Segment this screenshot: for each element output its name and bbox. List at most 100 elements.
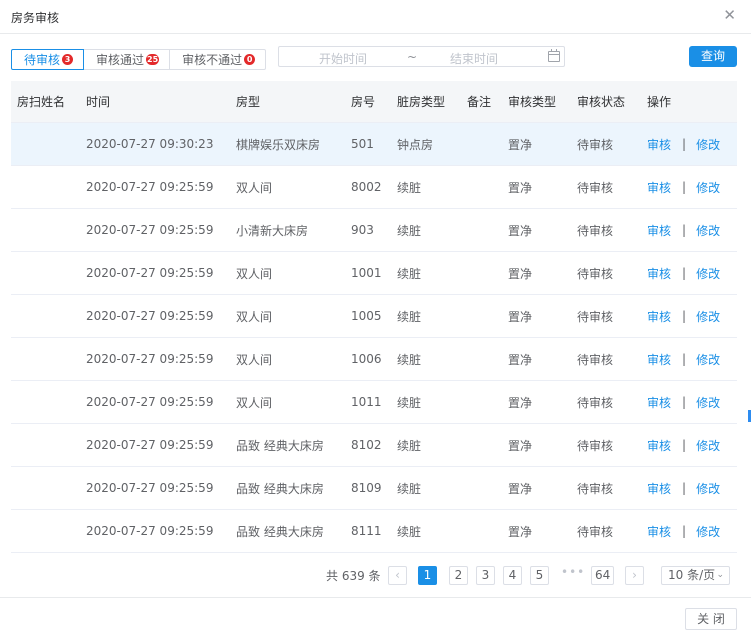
start-date-input[interactable]: 开始时间: [319, 50, 367, 67]
dirty-type-cell: 续脏: [397, 352, 422, 367]
page-size-value: 10 条/页: [668, 568, 716, 582]
prev-page-button[interactable]: ‹: [388, 566, 407, 585]
action-separator: |: [682, 180, 687, 194]
tab-rejected-label: 审核不通过: [182, 53, 243, 67]
tab-rejected-count-badge: 0: [244, 54, 256, 65]
audit-status-cell: 待审核: [577, 395, 614, 410]
action-separator: |: [682, 524, 687, 538]
table-row[interactable]: 2020-07-27 09:25:59 双人间 1005 续脏 置净 待审核 审核 | 修改: [11, 295, 737, 338]
page-button-3[interactable]: 3: [476, 566, 495, 585]
table-row[interactable]: 2020-07-27 09:30:23 棋牌娱乐双床房 501 钟点房 置净 待审核 审核 |…: [11, 123, 737, 166]
tab-rejected[interactable]: 审核不通过 0: [170, 49, 267, 70]
action-separator: |: [682, 481, 687, 495]
page-ellipsis[interactable]: •••: [561, 565, 585, 579]
action-separator: |: [682, 266, 687, 280]
tab-pending[interactable]: 待审核 3: [11, 49, 85, 70]
audit-link[interactable]: 审核: [647, 265, 671, 282]
dirty-type-cell: 续脏: [397, 309, 422, 324]
page-size-select[interactable]: 10 条/页 ⌄: [661, 566, 730, 585]
table-row[interactable]: 2020-07-27 09:25:59 小清新大床房 903 续脏 置净 待审核 审核 | 修改: [11, 209, 737, 252]
edit-link[interactable]: 修改: [696, 437, 720, 454]
room-type-cell: 品致 经典大床房: [236, 481, 324, 496]
audit-status-cell: 待审核: [577, 180, 614, 195]
dirty-type-cell: 续脏: [397, 180, 422, 195]
audit-link[interactable]: 审核: [647, 351, 671, 368]
column-header-cleaner-name: 房扫姓名: [17, 95, 66, 109]
edit-link[interactable]: 修改: [696, 136, 720, 153]
query-button[interactable]: 查询: [689, 46, 737, 67]
actions-cell: 审核 | 修改: [647, 166, 720, 208]
audit-link[interactable]: 审核: [647, 523, 671, 540]
dirty-type-cell: 续脏: [397, 438, 422, 453]
page-button-5[interactable]: 5: [530, 566, 549, 585]
dirty-type-cell: 续脏: [397, 395, 422, 410]
dirty-type-cell: 钟点房: [397, 137, 434, 152]
close-button[interactable]: 关 闭: [685, 608, 737, 630]
action-separator: |: [682, 309, 687, 323]
audit-link[interactable]: 审核: [647, 394, 671, 411]
room-type-cell: 品致 经典大床房: [236, 524, 324, 539]
audit-link[interactable]: 审核: [647, 136, 671, 153]
tab-approved[interactable]: 审核通过 25: [84, 49, 171, 70]
chevron-down-icon: ⌄: [716, 570, 724, 580]
table-row[interactable]: 2020-07-27 09:25:59 品致 经典大床房 8109 续脏 置净 待审核 审核…: [11, 467, 737, 510]
audit-link[interactable]: 审核: [647, 222, 671, 239]
page-button-2[interactable]: 2: [449, 566, 468, 585]
room-number-cell: 501: [351, 137, 374, 151]
room-number-cell: 8109: [351, 481, 382, 495]
date-range-picker[interactable]: 开始时间 ~ 结束时间: [278, 46, 565, 67]
table-row[interactable]: 2020-07-27 09:25:59 双人间 8002 续脏 置净 待审核 审核 | 修改: [11, 166, 737, 209]
page-button-last[interactable]: 64: [591, 566, 615, 585]
column-header-room-number: 房号: [351, 95, 376, 109]
audit-link[interactable]: 审核: [647, 179, 671, 196]
edit-link[interactable]: 修改: [696, 480, 720, 497]
audit-type-cell: 置净: [508, 481, 533, 496]
action-separator: |: [682, 352, 687, 366]
edit-link[interactable]: 修改: [696, 523, 720, 540]
audit-status-cell: 待审核: [577, 524, 614, 539]
table-row[interactable]: 2020-07-27 09:25:59 品致 经典大床房 8111 续脏 置净 待审核 审核…: [11, 510, 737, 553]
audit-link[interactable]: 审核: [647, 480, 671, 497]
dirty-type-cell: 续脏: [397, 481, 422, 496]
table-row[interactable]: 2020-07-27 09:25:59 品致 经典大床房 8102 续脏 置净 待审核 审核…: [11, 424, 737, 467]
room-type-cell: 小清新大床房: [236, 223, 309, 238]
edit-link[interactable]: 修改: [696, 308, 720, 325]
audit-type-cell: 置净: [508, 266, 533, 281]
column-header-actions: 操作: [647, 95, 672, 109]
actions-cell: 审核 | 修改: [647, 295, 720, 337]
audit-type-cell: 置净: [508, 395, 533, 410]
dialog-footer: 关 闭: [0, 597, 751, 638]
room-number-cell: 8111: [351, 524, 382, 538]
column-header-time: 时间: [86, 95, 111, 109]
audit-link[interactable]: 审核: [647, 308, 671, 325]
edit-link[interactable]: 修改: [696, 351, 720, 368]
action-separator: |: [682, 395, 687, 409]
time-cell: 2020-07-27 09:25:59: [86, 438, 214, 452]
page-button-1[interactable]: 1: [418, 566, 437, 585]
room-number-cell: 1005: [351, 309, 382, 323]
table-row[interactable]: 2020-07-27 09:25:59 双人间 1011 续脏 置净 待审核 审核 | 修改: [11, 381, 737, 424]
close-icon[interactable]: ✕: [723, 7, 736, 23]
edit-link[interactable]: 修改: [696, 394, 720, 411]
table-row[interactable]: 2020-07-27 09:25:59 双人间 1001 续脏 置净 待审核 审核 | 修改: [11, 252, 737, 295]
edit-link[interactable]: 修改: [696, 265, 720, 282]
table-body: 2020-07-27 09:30:23 棋牌娱乐双床房 501 钟点房 置净 待审核 审核 |…: [11, 123, 737, 553]
time-cell: 2020-07-27 09:25:59: [86, 180, 214, 194]
column-header-audit-status: 审核状态: [577, 95, 626, 109]
pagination: 共 639 条 ‹ 1 2 3 4 5 ••• 64 › 10 条/页 ⌄: [0, 562, 751, 588]
table-row[interactable]: 2020-07-27 09:25:59 双人间 1006 续脏 置净 待审核 审核 | 修改: [11, 338, 737, 381]
actions-cell: 审核 | 修改: [647, 252, 720, 294]
edit-link[interactable]: 修改: [696, 222, 720, 239]
date-range-separator: ~: [407, 50, 418, 64]
room-type-cell: 双人间: [236, 180, 273, 195]
calendar-icon[interactable]: [548, 49, 560, 62]
audit-type-cell: 置净: [508, 309, 533, 324]
room-type-cell: 双人间: [236, 395, 273, 410]
dirty-type-cell: 续脏: [397, 266, 422, 281]
room-type-cell: 棋牌娱乐双床房: [236, 137, 321, 152]
edit-link[interactable]: 修改: [696, 179, 720, 196]
end-date-input[interactable]: 结束时间: [450, 50, 498, 67]
page-button-4[interactable]: 4: [503, 566, 522, 585]
audit-link[interactable]: 审核: [647, 437, 671, 454]
next-page-button[interactable]: ›: [625, 566, 644, 585]
